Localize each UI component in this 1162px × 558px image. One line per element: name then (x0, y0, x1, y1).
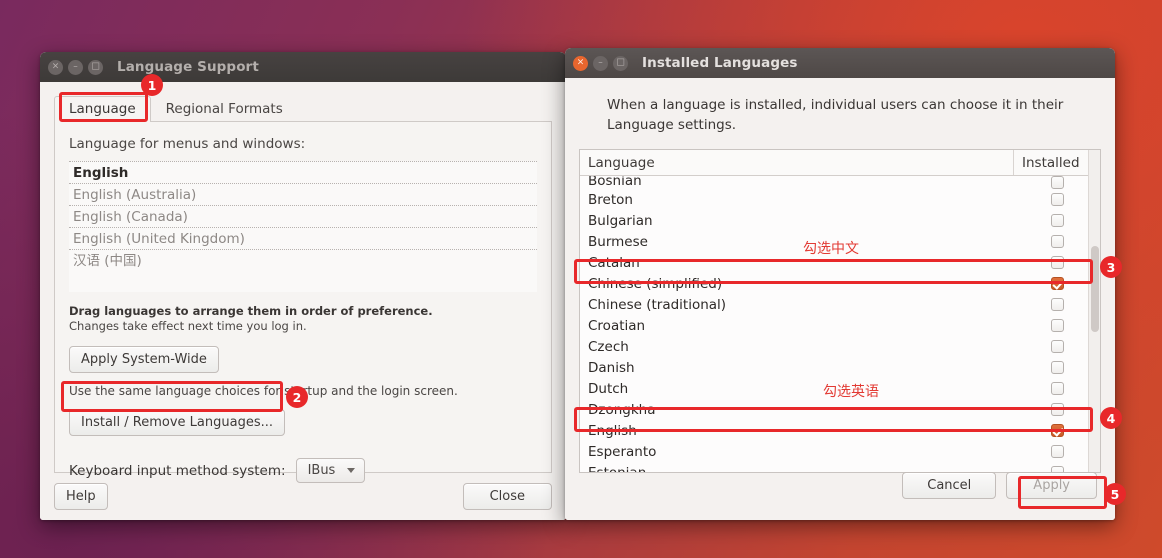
window-title: Installed Languages (642, 55, 798, 71)
checkbox-icon[interactable] (1050, 319, 1064, 332)
cell-language: Breton (588, 191, 633, 208)
cell-language: Bulgarian (588, 212, 653, 229)
cancel-button[interactable]: Cancel (902, 471, 997, 499)
list-item[interactable]: English (Australia) (69, 184, 537, 206)
annotation-badge-1: 1 (141, 74, 163, 96)
checkbox-icon[interactable] (1050, 403, 1064, 416)
annotation-badge-5: 5 (1104, 483, 1126, 505)
list-item[interactable]: English (69, 162, 537, 184)
tab-regional-formats[interactable]: Regional Formats (151, 96, 298, 122)
cell-language: Esperanto (588, 443, 657, 460)
annotation-note-english: 勾选英语 (823, 384, 879, 400)
scrollbar-thumb[interactable] (1091, 246, 1099, 332)
table-row[interactable]: Bosnian (580, 176, 1100, 189)
close-button[interactable]: Close (462, 482, 552, 510)
cell-language: Burmese (588, 233, 648, 250)
table-body[interactable]: Bosnian Breton Bulgarian Burmese Catalan Chin… (580, 176, 1100, 472)
minimize-icon[interactable]: – (68, 59, 83, 75)
cell-language: Chinese (simplified) (588, 275, 723, 292)
help-button[interactable]: Help (54, 482, 108, 510)
language-order-list[interactable]: English English (Australia) English (Can… (69, 161, 537, 292)
description-text: When a language is installed, individual… (607, 97, 1064, 133)
checkbox-icon[interactable] (1050, 193, 1064, 206)
apply-system-wide-button[interactable]: Apply System-Wide (69, 346, 219, 373)
list-item[interactable]: 汉语 (中国) (69, 250, 537, 272)
table-row[interactable]: Breton (580, 189, 1100, 210)
list-item[interactable]: English (Canada) (69, 206, 537, 228)
annotation-badge-2: 2 (286, 386, 308, 408)
close-icon[interactable]: × (573, 55, 588, 71)
checkbox-icon[interactable] (1050, 235, 1064, 248)
cell-language: Catalan (588, 254, 640, 271)
tab-language[interactable]: Language (54, 96, 151, 122)
cell-language: Bosnian (588, 176, 642, 189)
cell-language: Czech (588, 338, 629, 355)
menus-label: Language for menus and windows: (69, 136, 306, 152)
checkbox-icon[interactable] (1050, 176, 1064, 189)
table-row[interactable]: Esperanto (580, 441, 1100, 462)
table-row[interactable]: Chinese (traditional) (580, 294, 1100, 315)
table-row[interactable]: Bulgarian (580, 210, 1100, 231)
checkbox-checked-icon[interactable] (1050, 277, 1064, 290)
cell-language: Croatian (588, 317, 646, 334)
installed-languages-footer: Cancel Apply (565, 464, 1115, 520)
checkbox-icon[interactable] (1050, 298, 1064, 311)
close-icon[interactable]: × (48, 59, 63, 75)
checkbox-checked-icon[interactable] (1050, 424, 1064, 437)
cell-language: Danish (588, 359, 635, 376)
annotation-badge-3: 3 (1100, 256, 1122, 278)
cell-language: English (588, 422, 637, 439)
annotation-badge-4: 4 (1100, 407, 1122, 429)
table-row[interactable]: Chinese (simplified) (580, 273, 1100, 294)
table-row[interactable]: Croatian (580, 315, 1100, 336)
list-item[interactable]: English (United Kingdom) (69, 228, 537, 250)
drag-hint: Changes take effect next time you log in… (69, 319, 307, 333)
cell-language: Dzongkha (588, 401, 656, 418)
maximize-icon[interactable]: □ (613, 55, 628, 71)
checkbox-icon[interactable] (1050, 445, 1064, 458)
minimize-icon[interactable]: – (593, 55, 608, 71)
maximize-icon[interactable]: □ (88, 59, 103, 75)
table-row[interactable]: Dzongkha (580, 399, 1100, 420)
table-header: Language Installed (580, 150, 1100, 176)
language-support-body: Language Regional Formats Language for m… (40, 94, 566, 520)
chevron-down-icon (347, 468, 356, 473)
desktop-background: × – □ Language Support Language Regional… (0, 0, 1162, 558)
installed-languages-window: × – □ Installed Languages When a languag… (565, 48, 1115, 520)
checkbox-icon[interactable] (1050, 214, 1064, 227)
tabbar: Language Regional Formats (54, 94, 552, 122)
annotation-note-chinese: 勾选中文 (803, 241, 859, 257)
checkbox-icon[interactable] (1050, 361, 1064, 374)
installed-languages-table: Language Installed Bosnian Breton Bulgaria… (579, 149, 1101, 473)
column-header-language[interactable]: Language (580, 150, 1014, 175)
apply-button[interactable]: Apply (1006, 471, 1097, 499)
checkbox-icon[interactable] (1050, 256, 1064, 269)
install-remove-languages-button[interactable]: Install / Remove Languages... (69, 409, 285, 436)
table-row[interactable]: Danish (580, 357, 1100, 378)
language-support-titlebar[interactable]: × – □ Language Support (40, 52, 566, 82)
table-row[interactable]: Czech (580, 336, 1100, 357)
window-title: Language Support (117, 59, 259, 75)
table-row[interactable]: English (580, 420, 1100, 441)
installed-languages-titlebar[interactable]: × – □ Installed Languages (565, 48, 1115, 78)
cell-language: Dutch (588, 380, 629, 397)
language-tab-panel: Language for menus and windows: English … (54, 122, 552, 483)
installed-languages-body: When a language is installed, individual… (565, 78, 1115, 520)
drag-hint-bold: Drag languages to arrange them in order … (69, 304, 433, 318)
window-controls: × – □ (573, 55, 628, 71)
language-support-footer: Help Close (40, 474, 566, 520)
cell-language: Chinese (traditional) (588, 296, 727, 313)
checkbox-icon[interactable] (1050, 340, 1064, 353)
vertical-scrollbar[interactable] (1088, 150, 1100, 472)
language-support-window: × – □ Language Support Language Regional… (40, 52, 566, 520)
window-controls: × – □ (48, 59, 103, 75)
checkbox-icon[interactable] (1050, 382, 1064, 395)
